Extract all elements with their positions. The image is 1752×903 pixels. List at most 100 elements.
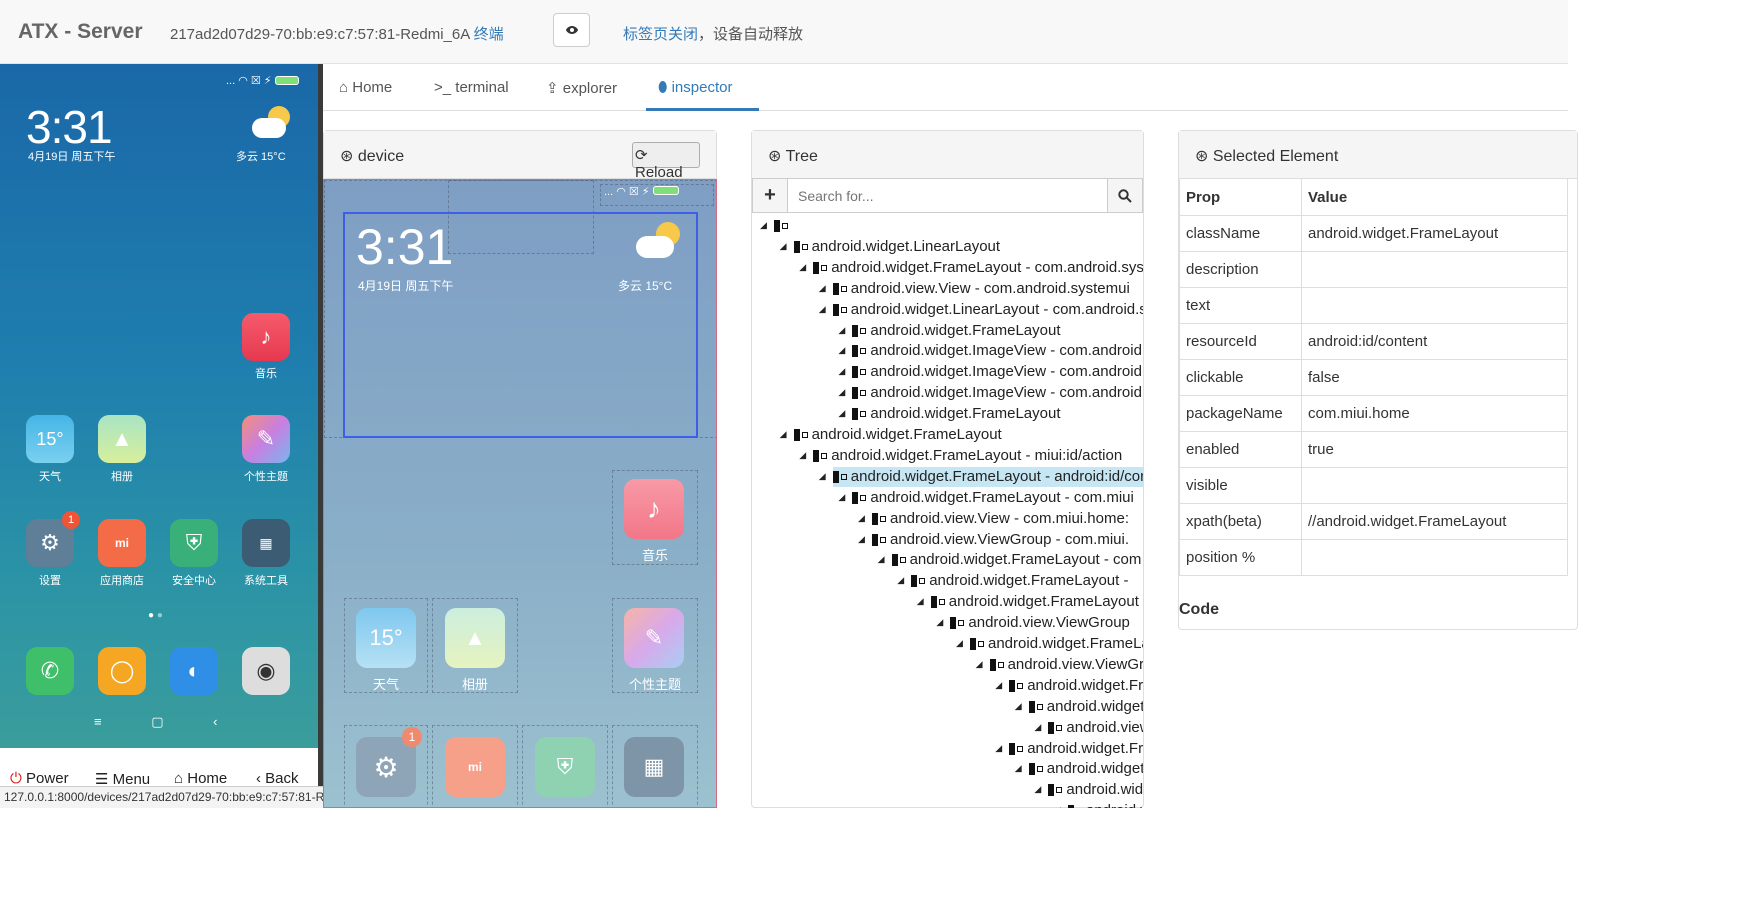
- power-button[interactable]: ⏻ Power: [10, 770, 69, 787]
- expand-toggle-icon[interactable]: ◢: [799, 450, 806, 461]
- tree-node[interactable]: android.widget.FrameLayout - com: [891, 550, 1141, 570]
- music-app[interactable]: ♪: [242, 313, 290, 361]
- expand-toggle-icon[interactable]: ◢: [1015, 701, 1022, 712]
- prop-value[interactable]: false: [1301, 359, 1568, 396]
- security-app[interactable]: ⛨: [170, 519, 218, 567]
- prop-value[interactable]: true: [1301, 431, 1568, 468]
- expand-toggle-icon[interactable]: ◢: [995, 743, 1002, 754]
- tree-node[interactable]: android.widget.FrameLayout: [1028, 759, 1143, 779]
- tree-node[interactable]: android.view.View: [1048, 718, 1143, 738]
- tree-node[interactable]: android.widget.FrameLayout: [1009, 676, 1143, 696]
- expand-toggle-icon[interactable]: ◢: [838, 408, 845, 419]
- expand-toggle-icon[interactable]: ◢: [838, 345, 845, 356]
- expand-toggle-icon[interactable]: ◢: [976, 659, 983, 670]
- back-key-icon[interactable]: ‹: [213, 714, 217, 729]
- prop-value[interactable]: android.widget.FrameLayout: [1301, 215, 1568, 252]
- expand-toggle-icon[interactable]: ◢: [858, 513, 865, 524]
- eye-button[interactable]: [553, 13, 590, 47]
- home-button[interactable]: ⌂ Home: [174, 770, 227, 787]
- tree-node[interactable]: android.widget.FrameLayout - com.miui: [852, 488, 1134, 508]
- expand-toggle-icon[interactable]: ◢: [819, 471, 826, 482]
- tree-node[interactable]: android.widget.FrameLayout: [793, 425, 1002, 445]
- hierarchy-tree[interactable]: ◢ ◢ android.widget.LinearLayout ◢ android.wi…: [752, 214, 1143, 808]
- expand-toggle-icon[interactable]: ◢: [780, 429, 787, 440]
- tab-terminal[interactable]: >_ terminal: [434, 79, 509, 96]
- tree-node[interactable]: android.view.View - com.android.systemui: [832, 279, 1130, 299]
- prop-value[interactable]: android:id/content: [1301, 323, 1568, 360]
- prop-value[interactable]: com.miui.home: [1301, 395, 1568, 432]
- prop-value[interactable]: [1301, 251, 1568, 288]
- tree-node[interactable]: android.widget.FrameLayout: [930, 592, 1139, 612]
- menu-key-icon[interactable]: ≡: [94, 714, 102, 729]
- expand-toggle-icon[interactable]: ◢: [1054, 805, 1061, 808]
- expand-toggle-icon[interactable]: ◢: [878, 554, 885, 565]
- tree-node[interactable]: android.widget.ImageView - com.android: [852, 341, 1142, 361]
- expand-toggle-icon[interactable]: ◢: [838, 492, 845, 503]
- expand-toggle-icon[interactable]: ◢: [819, 283, 826, 294]
- tree-node[interactable]: android.widget.LinearLayout: [793, 237, 1000, 257]
- tree-node[interactable]: android.widget.FrameLayout - miui:id/act…: [813, 446, 1122, 466]
- tree-node[interactable]: android.widget.FrameLayout: [852, 321, 1061, 341]
- tree-node[interactable]: android.widget: [1068, 801, 1143, 808]
- tree-node[interactable]: android.view.ViewGroup: [950, 613, 1130, 633]
- tree-node[interactable]: android.widget.ImageView - com.android: [852, 383, 1142, 403]
- tree-search-input[interactable]: [787, 178, 1108, 213]
- tab-home[interactable]: ⌂ Home: [339, 79, 392, 96]
- expand-toggle-icon[interactable]: ◢: [917, 596, 924, 607]
- expand-toggle-icon[interactable]: ◢: [995, 680, 1002, 691]
- reload-button[interactable]: ⟳ Reload: [632, 142, 700, 181]
- store-app[interactable]: mi: [98, 519, 146, 567]
- brand-title[interactable]: ATX - Server: [18, 20, 143, 44]
- prop-value[interactable]: [1301, 467, 1568, 504]
- tree-node[interactable]: android.widget.FrameLayout -: [911, 571, 1128, 591]
- phone-screen-mirror[interactable]: [0, 64, 318, 748]
- album-app[interactable]: ▲: [98, 415, 146, 463]
- expand-toggle-icon[interactable]: ◢: [1034, 784, 1041, 795]
- expand-toggle-icon[interactable]: ◢: [838, 325, 845, 336]
- expand-toggle-icon[interactable]: ◢: [799, 262, 806, 273]
- tree-node[interactable]: android.widget.FrameLayout: [1028, 697, 1143, 717]
- prop-value[interactable]: //android.widget.FrameLayout: [1301, 503, 1568, 540]
- expand-toggle-icon[interactable]: ◢: [858, 534, 865, 545]
- home-key-icon[interactable]: ▢: [151, 714, 163, 729]
- tree-node[interactable]: android.widget.ImageView - com.android: [852, 362, 1142, 382]
- camera-app[interactable]: ◉: [242, 647, 290, 695]
- tools-app[interactable]: ▦: [242, 519, 290, 567]
- expand-toggle-icon[interactable]: ◢: [1034, 722, 1041, 733]
- tree-node[interactable]: android.view.ViewGroup - com.miui.: [872, 530, 1129, 550]
- expand-toggle-icon[interactable]: ◢: [760, 220, 767, 231]
- expand-toggle-icon[interactable]: ◢: [936, 617, 943, 628]
- terminal-link[interactable]: 终端: [474, 26, 504, 43]
- weather-app[interactable]: 15°: [26, 415, 74, 463]
- expand-toggle-icon[interactable]: ◢: [780, 241, 787, 252]
- expand-toggle-icon[interactable]: ◢: [897, 575, 904, 586]
- tree-search-button[interactable]: [1107, 178, 1143, 213]
- tab-inspector[interactable]: ⬮ inspector: [658, 79, 732, 96]
- tree-node[interactable]: android.widget.FrameLayout - com.android…: [813, 258, 1143, 278]
- prop-value[interactable]: [1301, 539, 1568, 576]
- tree-node[interactable]: android.widget.LinearLayout - com.androi…: [832, 300, 1143, 320]
- expand-toggle-icon[interactable]: ◢: [956, 638, 963, 649]
- prop-value[interactable]: [1301, 287, 1568, 324]
- tree-node[interactable]: android.view.ViewGroup: [989, 655, 1143, 675]
- theme-app[interactable]: ✎: [242, 415, 290, 463]
- tab-explorer[interactable]: ⇪ explorer: [546, 79, 617, 97]
- tree-node[interactable]: android.widget.FrameLayout - android:id/…: [832, 466, 1143, 487]
- expand-toggle-icon[interactable]: ◢: [838, 387, 845, 398]
- messages-app[interactable]: ◯: [98, 647, 146, 695]
- expand-toggle-icon[interactable]: ◢: [819, 304, 826, 315]
- back-button[interactable]: ‹ Back: [256, 770, 299, 787]
- device-tools-app: ▦: [624, 737, 684, 797]
- expand-all-button[interactable]: +: [752, 178, 788, 213]
- tree-node[interactable]: android.widget.FrameLayout: [970, 634, 1143, 654]
- tree-node[interactable]: android.widget.FrameLayout: [1048, 780, 1143, 800]
- tree-node[interactable]: android.widget.FrameLayout: [852, 404, 1061, 424]
- device-screenshot[interactable]: ... ◠ ☒ ⚡ 3:31 4月19日 周五下午 多云 15°C ♪ 音乐 1…: [323, 179, 717, 808]
- browser-app[interactable]: ◐: [170, 647, 218, 695]
- expand-toggle-icon[interactable]: ◢: [1015, 763, 1022, 774]
- tree-node[interactable]: android.widget.FrameLayout: [1009, 739, 1143, 759]
- phone-dialer-app[interactable]: ✆: [26, 647, 74, 695]
- tree-node[interactable]: android.view.View - com.miui.home:: [872, 509, 1129, 529]
- tree-node[interactable]: [774, 216, 792, 236]
- expand-toggle-icon[interactable]: ◢: [838, 366, 845, 377]
